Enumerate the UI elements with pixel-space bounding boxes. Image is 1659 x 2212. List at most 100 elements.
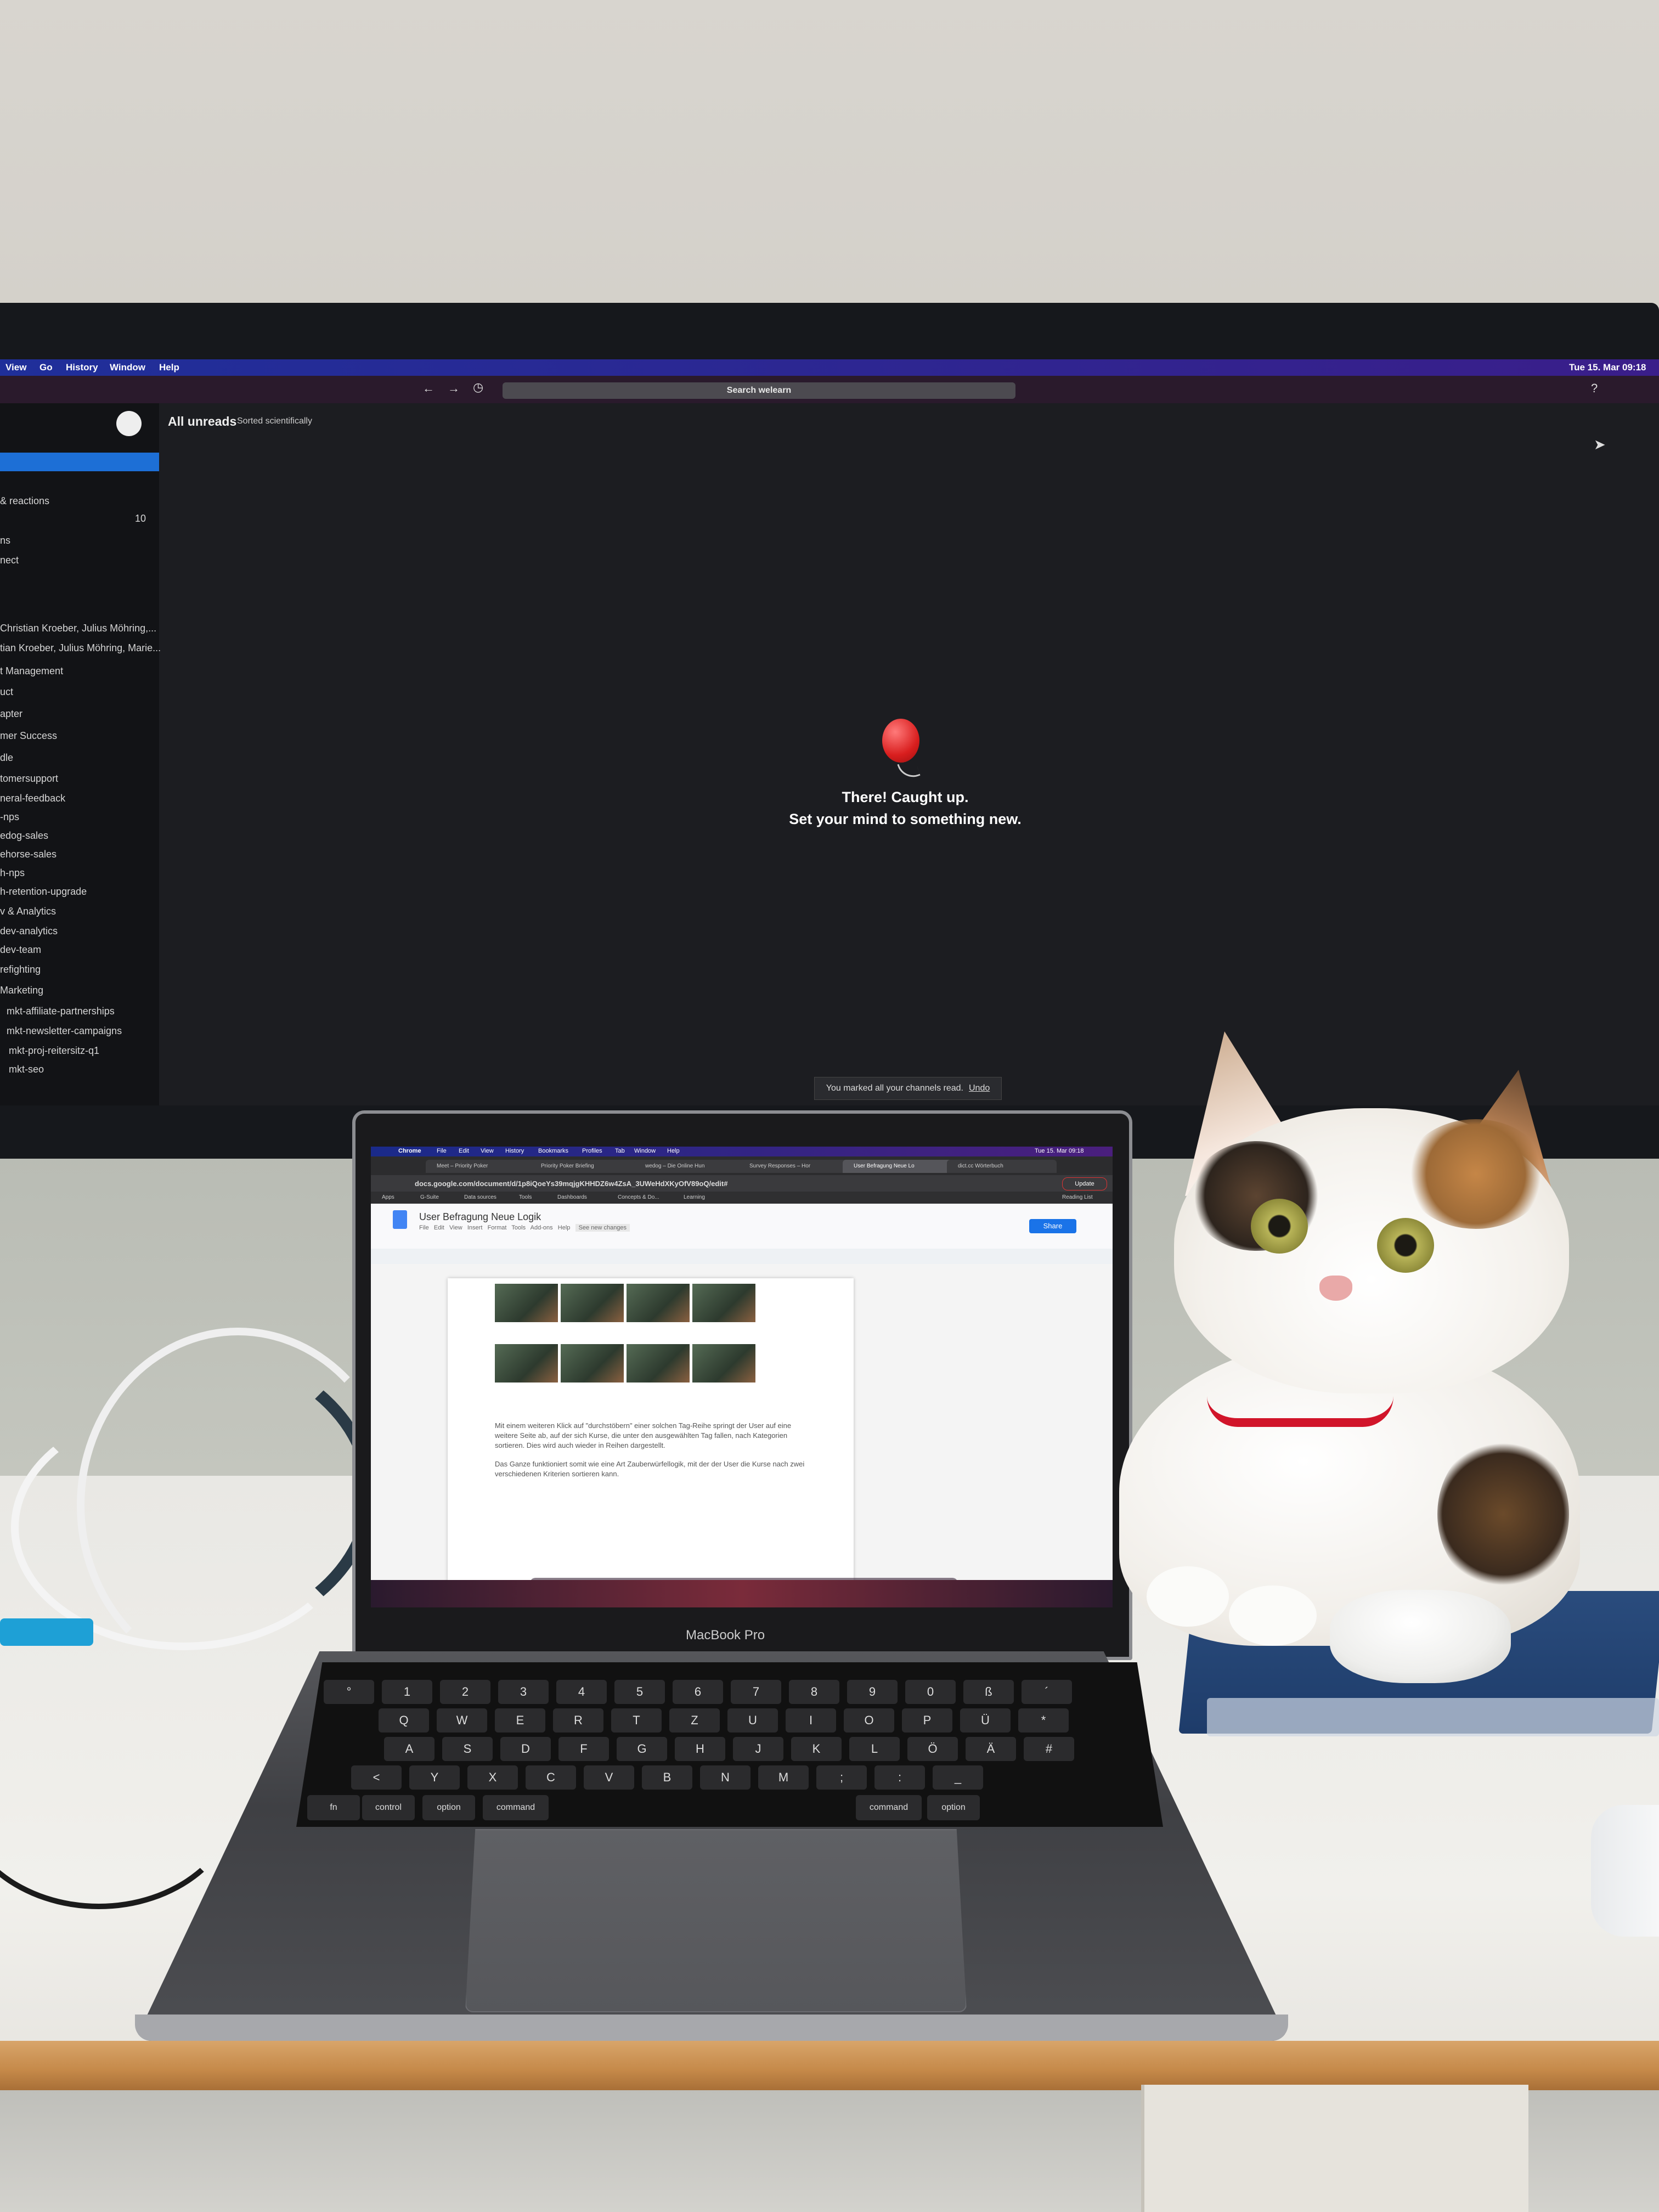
bookmark[interactable]: Tools: [519, 1194, 532, 1200]
sidebar-item[interactable]: t Management: [0, 665, 63, 677]
menu-view[interactable]: View: [5, 362, 26, 373]
docs-menu-view[interactable]: View: [449, 1224, 462, 1231]
sort-dropdown[interactable]: Sorted scientifically: [237, 416, 312, 426]
menu-window[interactable]: Window: [634, 1148, 656, 1154]
menu-help[interactable]: Help: [159, 362, 179, 373]
sidebar-item[interactable]: dev-analytics: [0, 926, 58, 937]
sidebar-item[interactable]: mkt-proj-reitersitz-q1: [9, 1045, 99, 1057]
menu-tab[interactable]: Tab: [615, 1148, 625, 1154]
key[interactable]: S: [442, 1737, 493, 1761]
key[interactable]: 4: [556, 1680, 607, 1704]
menu-help[interactable]: Help: [667, 1148, 680, 1154]
docs-menu-edit[interactable]: Edit: [434, 1224, 444, 1231]
key[interactable]: G: [617, 1737, 667, 1761]
bookmark[interactable]: Learning: [684, 1194, 705, 1200]
sidebar-active-item[interactable]: [0, 453, 159, 471]
undo-link[interactable]: Undo: [969, 1084, 990, 1093]
sidebar-item[interactable]: v & Analytics: [0, 906, 56, 917]
bookmark[interactable]: Concepts & Do...: [618, 1194, 659, 1200]
modifier-key[interactable]: option: [422, 1795, 475, 1820]
sidebar-item[interactable]: mkt-seo: [9, 1064, 44, 1075]
key[interactable]: #: [1024, 1737, 1074, 1761]
sidebar-item[interactable]: edog-sales: [0, 830, 48, 842]
key[interactable]: Q: [379, 1708, 429, 1733]
key[interactable]: J: [733, 1737, 783, 1761]
menu-go[interactable]: Go: [40, 362, 53, 373]
key[interactable]: ß: [963, 1680, 1014, 1704]
compose-icon[interactable]: [116, 411, 142, 436]
key[interactable]: D: [500, 1737, 551, 1761]
key[interactable]: 1: [382, 1680, 432, 1704]
browser-tab[interactable]: Meet – Priority Poker: [426, 1160, 535, 1173]
modifier-key[interactable]: command: [856, 1795, 922, 1820]
sidebar-item[interactable]: uct: [0, 686, 13, 698]
menu-profiles[interactable]: Profiles: [582, 1148, 602, 1154]
key[interactable]: °: [324, 1680, 374, 1704]
key[interactable]: <: [351, 1765, 402, 1790]
menu-window[interactable]: Window: [110, 362, 145, 373]
sidebar-item[interactable]: dle: [0, 752, 13, 764]
share-button[interactable]: Share: [1029, 1219, 1076, 1233]
sidebar-item[interactable]: ns: [0, 535, 10, 546]
key[interactable]: C: [526, 1765, 576, 1790]
document-paragraph[interactable]: Mit einem weiteren Klick auf "durchstöbe…: [495, 1421, 813, 1451]
key[interactable]: L: [849, 1737, 900, 1761]
browser-tab[interactable]: Survey Responses – Hor: [738, 1160, 848, 1173]
docs-menu-insert[interactable]: Insert: [467, 1224, 483, 1231]
document-paragraph[interactable]: Das Ganze funktioniert somit wie eine Ar…: [495, 1459, 813, 1479]
key[interactable]: Ö: [907, 1737, 958, 1761]
sidebar-item[interactable]: mkt-newsletter-campaigns: [7, 1025, 122, 1037]
key[interactable]: O: [844, 1708, 894, 1733]
browser-tab[interactable]: dict.cc Wörterbuch: [947, 1160, 1057, 1173]
docs-menu-addons[interactable]: Add-ons: [531, 1224, 553, 1231]
sidebar-item[interactable]: h-retention-upgrade: [0, 886, 87, 898]
key[interactable]: M: [758, 1765, 809, 1790]
key[interactable]: Y: [409, 1765, 460, 1790]
menu-bookmarks[interactable]: Bookmarks: [538, 1148, 568, 1154]
url-input[interactable]: docs.google.com/document/d/1p8iQoeYs39mq…: [415, 1180, 727, 1188]
key[interactable]: :: [874, 1765, 925, 1790]
key[interactable]: Z: [669, 1708, 720, 1733]
browser-tab[interactable]: wedog – Die Online Hun: [634, 1160, 744, 1173]
sidebar-item[interactable]: nect: [0, 555, 19, 566]
modifier-key[interactable]: command: [483, 1795, 549, 1820]
key[interactable]: 7: [731, 1680, 781, 1704]
menu-view[interactable]: View: [481, 1148, 494, 1154]
key[interactable]: W: [437, 1708, 487, 1733]
browser-tab[interactable]: Priority Poker Briefing: [530, 1160, 640, 1173]
key[interactable]: H: [675, 1737, 725, 1761]
key[interactable]: K: [791, 1737, 842, 1761]
sidebar-item[interactable]: apter: [0, 708, 22, 720]
sidebar-item[interactable]: -nps: [0, 811, 19, 823]
help-icon[interactable]: ?: [1591, 381, 1598, 396]
bookmark[interactable]: Dashboards: [557, 1194, 587, 1200]
sidebar-item[interactable]: ehorse-sales: [0, 849, 57, 860]
sidebar-item[interactable]: & reactions: [0, 495, 49, 507]
history-clock-icon[interactable]: ◷: [473, 380, 483, 394]
back-arrow-icon[interactable]: ←: [422, 381, 435, 396]
key[interactable]: U: [727, 1708, 778, 1733]
menu-chrome[interactable]: Chrome: [398, 1148, 421, 1154]
document-title[interactable]: User Befragung Neue Logik: [419, 1211, 541, 1223]
key[interactable]: T: [611, 1708, 662, 1733]
sidebar-item[interactable]: dev-team: [0, 944, 41, 956]
key[interactable]: P: [902, 1708, 952, 1733]
sidebar-item[interactable]: tian Kroeber, Julius Möhring, Marie...: [0, 642, 161, 654]
bookmark[interactable]: Reading List: [1062, 1194, 1093, 1200]
sidebar-section-marketing[interactable]: Marketing: [0, 985, 43, 996]
key[interactable]: I: [786, 1708, 836, 1733]
sidebar-item[interactable]: tomersupport: [0, 773, 58, 785]
see-new-changes-link[interactable]: See new changes: [575, 1224, 630, 1232]
menu-edit[interactable]: Edit: [459, 1148, 469, 1154]
sidebar-item[interactable]: mer Success: [0, 730, 57, 742]
key[interactable]: ;: [816, 1765, 867, 1790]
key[interactable]: 8: [789, 1680, 839, 1704]
key[interactable]: R: [553, 1708, 603, 1733]
key[interactable]: ´: [1022, 1680, 1072, 1704]
trackpad[interactable]: [465, 1829, 967, 2012]
sidebar-item[interactable]: h-nps: [0, 867, 25, 879]
sidebar-item[interactable]: neral-feedback: [0, 793, 65, 804]
key[interactable]: B: [642, 1765, 692, 1790]
modifier-key[interactable]: option: [927, 1795, 980, 1820]
key[interactable]: N: [700, 1765, 751, 1790]
